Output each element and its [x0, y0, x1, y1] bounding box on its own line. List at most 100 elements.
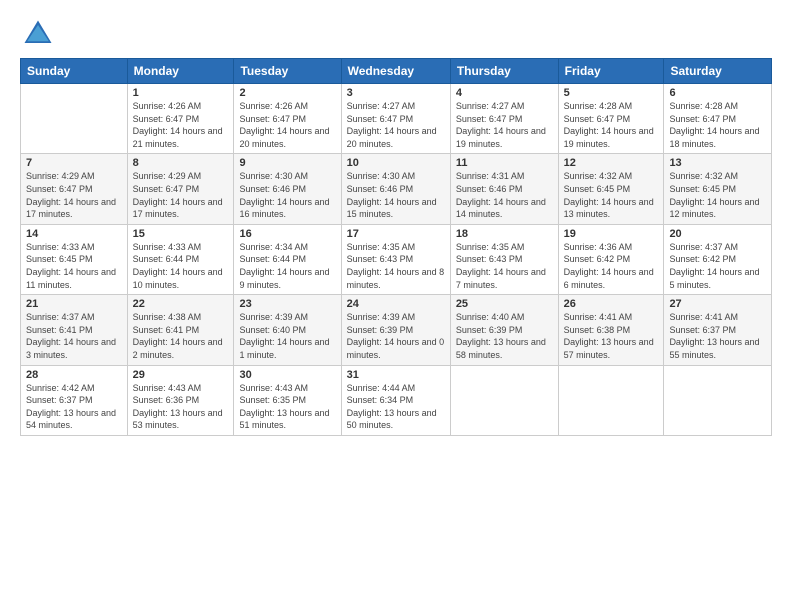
day-number: 22 [133, 298, 229, 310]
calendar-cell: 14Sunrise: 4:33 AMSunset: 6:45 PMDayligh… [21, 224, 128, 294]
day-info: Sunrise: 4:32 AMSunset: 6:45 PMDaylight:… [669, 170, 766, 220]
day-number: 27 [669, 298, 766, 310]
day-info: Sunrise: 4:42 AMSunset: 6:37 PMDaylight:… [26, 382, 122, 432]
calendar-cell: 16Sunrise: 4:34 AMSunset: 6:44 PMDayligh… [234, 224, 341, 294]
calendar-week-1: 1Sunrise: 4:26 AMSunset: 6:47 PMDaylight… [21, 84, 772, 154]
day-info: Sunrise: 4:34 AMSunset: 6:44 PMDaylight:… [239, 241, 335, 291]
day-number: 16 [239, 228, 335, 240]
day-info: Sunrise: 4:30 AMSunset: 6:46 PMDaylight:… [239, 170, 335, 220]
calendar-cell: 1Sunrise: 4:26 AMSunset: 6:47 PMDaylight… [127, 84, 234, 154]
day-info: Sunrise: 4:30 AMSunset: 6:46 PMDaylight:… [347, 170, 445, 220]
day-info: Sunrise: 4:29 AMSunset: 6:47 PMDaylight:… [26, 170, 122, 220]
day-number: 14 [26, 228, 122, 240]
day-number: 26 [564, 298, 659, 310]
calendar-cell: 20Sunrise: 4:37 AMSunset: 6:42 PMDayligh… [664, 224, 772, 294]
calendar-cell: 23Sunrise: 4:39 AMSunset: 6:40 PMDayligh… [234, 295, 341, 365]
day-number: 18 [456, 228, 553, 240]
day-info: Sunrise: 4:43 AMSunset: 6:35 PMDaylight:… [239, 382, 335, 432]
day-number: 19 [564, 228, 659, 240]
day-number: 31 [347, 369, 445, 381]
calendar-week-4: 21Sunrise: 4:37 AMSunset: 6:41 PMDayligh… [21, 295, 772, 365]
calendar-cell [450, 365, 558, 435]
day-info: Sunrise: 4:41 AMSunset: 6:37 PMDaylight:… [669, 311, 766, 361]
day-number: 10 [347, 157, 445, 169]
calendar-cell: 2Sunrise: 4:26 AMSunset: 6:47 PMDaylight… [234, 84, 341, 154]
day-info: Sunrise: 4:28 AMSunset: 6:47 PMDaylight:… [669, 100, 766, 150]
day-info: Sunrise: 4:44 AMSunset: 6:34 PMDaylight:… [347, 382, 445, 432]
day-info: Sunrise: 4:37 AMSunset: 6:41 PMDaylight:… [26, 311, 122, 361]
day-number: 30 [239, 369, 335, 381]
day-number: 2 [239, 87, 335, 99]
day-info: Sunrise: 4:40 AMSunset: 6:39 PMDaylight:… [456, 311, 553, 361]
calendar-cell: 13Sunrise: 4:32 AMSunset: 6:45 PMDayligh… [664, 154, 772, 224]
day-info: Sunrise: 4:28 AMSunset: 6:47 PMDaylight:… [564, 100, 659, 150]
day-number: 6 [669, 87, 766, 99]
calendar-header-friday: Friday [558, 59, 664, 84]
day-info: Sunrise: 4:26 AMSunset: 6:47 PMDaylight:… [133, 100, 229, 150]
day-number: 13 [669, 157, 766, 169]
day-info: Sunrise: 4:39 AMSunset: 6:40 PMDaylight:… [239, 311, 335, 361]
calendar-header-tuesday: Tuesday [234, 59, 341, 84]
calendar-header-monday: Monday [127, 59, 234, 84]
day-number: 3 [347, 87, 445, 99]
day-info: Sunrise: 4:41 AMSunset: 6:38 PMDaylight:… [564, 311, 659, 361]
day-info: Sunrise: 4:27 AMSunset: 6:47 PMDaylight:… [347, 100, 445, 150]
day-number: 15 [133, 228, 229, 240]
calendar-cell [21, 84, 128, 154]
calendar-cell [558, 365, 664, 435]
day-number: 29 [133, 369, 229, 381]
calendar-cell: 25Sunrise: 4:40 AMSunset: 6:39 PMDayligh… [450, 295, 558, 365]
calendar-cell: 28Sunrise: 4:42 AMSunset: 6:37 PMDayligh… [21, 365, 128, 435]
calendar-cell: 6Sunrise: 4:28 AMSunset: 6:47 PMDaylight… [664, 84, 772, 154]
calendar-table: SundayMondayTuesdayWednesdayThursdayFrid… [20, 58, 772, 436]
day-info: Sunrise: 4:33 AMSunset: 6:44 PMDaylight:… [133, 241, 229, 291]
calendar-cell: 12Sunrise: 4:32 AMSunset: 6:45 PMDayligh… [558, 154, 664, 224]
calendar-cell: 30Sunrise: 4:43 AMSunset: 6:35 PMDayligh… [234, 365, 341, 435]
day-info: Sunrise: 4:39 AMSunset: 6:39 PMDaylight:… [347, 311, 445, 361]
calendar-header-sunday: Sunday [21, 59, 128, 84]
calendar-week-2: 7Sunrise: 4:29 AMSunset: 6:47 PMDaylight… [21, 154, 772, 224]
calendar-week-5: 28Sunrise: 4:42 AMSunset: 6:37 PMDayligh… [21, 365, 772, 435]
calendar-cell: 29Sunrise: 4:43 AMSunset: 6:36 PMDayligh… [127, 365, 234, 435]
day-info: Sunrise: 4:32 AMSunset: 6:45 PMDaylight:… [564, 170, 659, 220]
day-info: Sunrise: 4:27 AMSunset: 6:47 PMDaylight:… [456, 100, 553, 150]
day-info: Sunrise: 4:31 AMSunset: 6:46 PMDaylight:… [456, 170, 553, 220]
day-number: 11 [456, 157, 553, 169]
calendar-cell: 11Sunrise: 4:31 AMSunset: 6:46 PMDayligh… [450, 154, 558, 224]
calendar-cell: 7Sunrise: 4:29 AMSunset: 6:47 PMDaylight… [21, 154, 128, 224]
calendar-cell: 26Sunrise: 4:41 AMSunset: 6:38 PMDayligh… [558, 295, 664, 365]
day-info: Sunrise: 4:35 AMSunset: 6:43 PMDaylight:… [456, 241, 553, 291]
day-number: 24 [347, 298, 445, 310]
calendar-cell: 21Sunrise: 4:37 AMSunset: 6:41 PMDayligh… [21, 295, 128, 365]
calendar-cell: 17Sunrise: 4:35 AMSunset: 6:43 PMDayligh… [341, 224, 450, 294]
day-info: Sunrise: 4:33 AMSunset: 6:45 PMDaylight:… [26, 241, 122, 291]
day-info: Sunrise: 4:37 AMSunset: 6:42 PMDaylight:… [669, 241, 766, 291]
day-number: 4 [456, 87, 553, 99]
calendar-header-thursday: Thursday [450, 59, 558, 84]
calendar-cell: 9Sunrise: 4:30 AMSunset: 6:46 PMDaylight… [234, 154, 341, 224]
day-number: 23 [239, 298, 335, 310]
day-number: 9 [239, 157, 335, 169]
calendar-header-wednesday: Wednesday [341, 59, 450, 84]
logo [20, 16, 62, 52]
day-info: Sunrise: 4:26 AMSunset: 6:47 PMDaylight:… [239, 100, 335, 150]
day-number: 17 [347, 228, 445, 240]
calendar-header-row: SundayMondayTuesdayWednesdayThursdayFrid… [21, 59, 772, 84]
day-number: 25 [456, 298, 553, 310]
calendar-week-3: 14Sunrise: 4:33 AMSunset: 6:45 PMDayligh… [21, 224, 772, 294]
header [20, 16, 772, 52]
day-info: Sunrise: 4:29 AMSunset: 6:47 PMDaylight:… [133, 170, 229, 220]
day-number: 20 [669, 228, 766, 240]
logo-icon [20, 16, 56, 52]
calendar-cell: 27Sunrise: 4:41 AMSunset: 6:37 PMDayligh… [664, 295, 772, 365]
day-number: 7 [26, 157, 122, 169]
calendar-cell: 5Sunrise: 4:28 AMSunset: 6:47 PMDaylight… [558, 84, 664, 154]
calendar-cell: 10Sunrise: 4:30 AMSunset: 6:46 PMDayligh… [341, 154, 450, 224]
day-info: Sunrise: 4:43 AMSunset: 6:36 PMDaylight:… [133, 382, 229, 432]
day-number: 1 [133, 87, 229, 99]
calendar-cell: 31Sunrise: 4:44 AMSunset: 6:34 PMDayligh… [341, 365, 450, 435]
day-number: 21 [26, 298, 122, 310]
day-number: 5 [564, 87, 659, 99]
calendar-cell: 22Sunrise: 4:38 AMSunset: 6:41 PMDayligh… [127, 295, 234, 365]
calendar-cell: 18Sunrise: 4:35 AMSunset: 6:43 PMDayligh… [450, 224, 558, 294]
